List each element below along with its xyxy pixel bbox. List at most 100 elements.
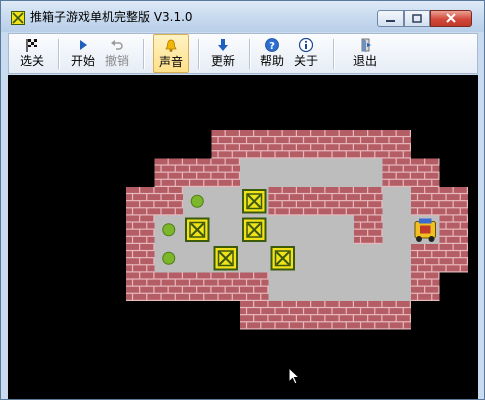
play-icon — [80, 40, 87, 50]
floor-tile — [354, 244, 383, 273]
floor-tile — [382, 187, 411, 216]
wall-tile — [382, 158, 411, 187]
floor-tile — [297, 272, 326, 301]
about-button[interactable]: 关于 — [289, 34, 323, 73]
box-tile[interactable] — [242, 189, 267, 214]
box-tile[interactable] — [185, 217, 210, 243]
maximize-icon — [412, 14, 422, 23]
goal-dot — [162, 251, 176, 265]
update-label: 更新 — [210, 54, 235, 68]
undo-button[interactable]: 撤销 — [100, 34, 134, 73]
info-icon — [298, 37, 314, 53]
wall-tile — [240, 130, 269, 159]
wall-tile — [211, 158, 240, 187]
floor-tile — [325, 215, 354, 244]
toolbar: 选关 开始 撤销 声音 更新 ? 帮助 关于 退出 — [8, 33, 478, 74]
help-icon: ? — [265, 38, 279, 52]
floor-tile — [211, 215, 240, 244]
wall-tile — [126, 187, 155, 216]
wall-tile — [297, 130, 326, 159]
mouse-cursor-icon — [288, 367, 300, 385]
wall-tile — [325, 187, 354, 216]
wall-tile — [439, 215, 468, 244]
undo-label: 撤销 — [104, 54, 129, 68]
app-window: 推箱子游戏单机完整版 V3.1.0 选关 开始 撤销 声音 更新 ? 帮助 关于… — [0, 0, 485, 400]
wall-tile — [297, 301, 326, 330]
floor-tile — [325, 244, 354, 273]
floor-tile — [354, 272, 383, 301]
box-tile[interactable] — [270, 246, 296, 271]
wall-tile — [297, 187, 326, 216]
floor-tile — [297, 158, 326, 187]
wall-tile — [240, 272, 269, 301]
wall-tile — [354, 215, 383, 244]
title-bar[interactable]: 推箱子游戏单机完整版 V3.1.0 — [1, 1, 484, 32]
undo-icon — [111, 40, 123, 50]
wall-tile — [354, 130, 383, 159]
wall-tile — [439, 244, 468, 273]
box-tile[interactable] — [242, 217, 267, 243]
select-level-button[interactable]: 选关 — [15, 34, 49, 73]
wall-tile — [268, 130, 297, 159]
box-tile[interactable] — [213, 246, 239, 271]
close-button[interactable] — [430, 10, 472, 27]
wall-tile — [126, 244, 155, 273]
floor-tile — [268, 158, 297, 187]
toolbar-separator — [249, 39, 251, 69]
download-arrow-icon — [218, 39, 228, 51]
wall-tile — [325, 130, 354, 159]
sound-toggle-button[interactable]: 声音 — [153, 34, 189, 73]
update-button[interactable]: 更新 — [206, 34, 240, 73]
floor-tile — [183, 244, 212, 273]
exit-label: 退出 — [352, 54, 377, 68]
wall-tile — [154, 187, 183, 216]
floor-tile — [240, 244, 269, 273]
floor-tile — [240, 158, 269, 187]
sound-label: 声音 — [158, 55, 183, 69]
wall-tile — [411, 187, 440, 216]
sokoban-board[interactable] — [8, 75, 478, 400]
wall-tile — [183, 272, 212, 301]
wall-tile — [126, 215, 155, 244]
minimize-button[interactable] — [377, 10, 404, 27]
game-board-area[interactable] — [8, 75, 478, 400]
toolbar-separator — [58, 39, 60, 69]
wall-tile — [411, 158, 440, 187]
exit-button[interactable]: 退出 — [348, 34, 382, 73]
player-pusher[interactable] — [414, 218, 436, 243]
goal-dot — [190, 194, 204, 208]
wall-tile — [382, 301, 411, 330]
goal-dot — [162, 223, 176, 237]
wall-tile — [354, 187, 383, 216]
sokoban-box-icon — [11, 11, 25, 25]
toolbar-separator — [143, 39, 145, 69]
floor-tile — [325, 272, 354, 301]
help-label: 帮助 — [259, 54, 284, 68]
wall-tile — [154, 272, 183, 301]
wall-tile — [211, 272, 240, 301]
wall-tile — [439, 187, 468, 216]
wall-tile — [382, 130, 411, 159]
wall-tile — [354, 301, 383, 330]
wall-tile — [126, 272, 155, 301]
floor-tile — [354, 158, 383, 187]
wall-tile — [240, 301, 269, 330]
maximize-button[interactable] — [404, 10, 430, 27]
wall-tile — [183, 158, 212, 187]
wall-tile — [268, 301, 297, 330]
floor-tile — [297, 215, 326, 244]
bell-icon — [165, 39, 177, 52]
close-icon — [446, 13, 456, 23]
minimize-icon — [386, 20, 395, 22]
select-level-label: 选关 — [19, 54, 44, 68]
start-button[interactable]: 开始 — [66, 34, 100, 73]
svg-text:?: ? — [269, 41, 275, 52]
floor-tile — [325, 158, 354, 187]
floor-tile — [297, 244, 326, 273]
help-button[interactable]: ? 帮助 — [255, 34, 289, 73]
floor-tile — [268, 215, 297, 244]
window-title: 推箱子游戏单机完整版 V3.1.0 — [30, 10, 193, 24]
exit-door-icon — [361, 38, 371, 52]
floor-tile — [382, 244, 411, 273]
toolbar-separator — [333, 39, 335, 69]
